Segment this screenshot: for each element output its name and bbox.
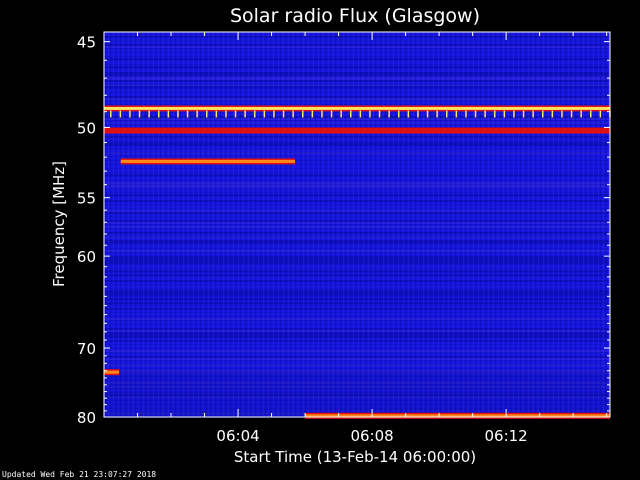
x-tick-label: 06:04 [216, 427, 259, 445]
y-axis-label: Frequency [MHz] [50, 161, 68, 287]
burst-spike [167, 110, 170, 118]
burst-spike [244, 110, 246, 118]
burst-spike [215, 110, 218, 118]
burst-spike [532, 110, 534, 118]
burst-spike [225, 110, 227, 118]
spectrogram-chart: Solar radio Flux (Glasgow) 455055607080 … [50, 5, 611, 466]
burst-spike [350, 110, 352, 118]
y-tick-label: 80 [77, 409, 96, 427]
x-axis-label: Start Time (13-Feb-14 06:00:00) [234, 448, 476, 466]
burst-spike [465, 110, 467, 118]
x-tick-label: 06:12 [485, 427, 528, 445]
burst-spike [407, 110, 410, 118]
burst-spike [282, 110, 285, 118]
burst-core [104, 129, 610, 133]
chart-title: Solar radio Flux (Glasgow) [230, 5, 480, 27]
burst-spike [234, 110, 237, 118]
burst-spike [590, 110, 592, 118]
y-tick-label: 45 [77, 34, 96, 52]
burst-spike [369, 110, 371, 118]
burst-spike [474, 110, 477, 118]
burst-spike [551, 110, 554, 118]
burst-spike [254, 110, 256, 118]
burst-spike [119, 110, 122, 118]
burst-spike [522, 110, 525, 118]
burst-spike [494, 110, 496, 118]
burst-spike [378, 110, 381, 118]
y-tick-label: 70 [77, 340, 96, 358]
burst-spike [186, 110, 189, 118]
burst-spike [302, 110, 304, 118]
burst-spike [263, 110, 266, 118]
burst-spike [148, 110, 150, 118]
burst-spike [446, 110, 448, 118]
burst-spike [292, 110, 294, 118]
burst-spike [561, 110, 563, 118]
burst-spike [177, 110, 179, 118]
burst-spike [311, 110, 314, 118]
y-tick-label: 50 [77, 119, 96, 137]
burst-core [104, 106, 610, 110]
burst-spike [484, 110, 486, 118]
updated-timestamp: Updated Wed Feb 21 23:07:27 2018 [2, 470, 157, 479]
burst-spike [330, 110, 333, 118]
burst-spike [110, 110, 112, 118]
burst-spike [426, 110, 429, 118]
burst-spike [570, 110, 573, 118]
burst-spike [388, 110, 390, 118]
burst-spike [129, 110, 131, 118]
burst-spike [513, 110, 515, 118]
burst-spike [398, 110, 400, 118]
y-tick-label: 60 [77, 248, 96, 266]
burst-spike [580, 110, 582, 118]
burst-spike [340, 110, 342, 118]
burst-spike [417, 110, 419, 118]
burst-spike [196, 110, 198, 118]
burst-spike [503, 110, 506, 118]
burst-spike [273, 110, 275, 118]
y-tick-label: 55 [77, 190, 96, 208]
burst-spike [206, 110, 208, 118]
burst-core [120, 159, 296, 163]
x-tick-label: 06:08 [350, 427, 393, 445]
burst-spike [455, 110, 458, 118]
plot-area [103, 31, 611, 419]
burst-spike [542, 110, 544, 118]
burst-spike [321, 110, 323, 118]
burst-spike [359, 110, 362, 118]
burst-spike [158, 110, 160, 118]
burst-spike [599, 110, 602, 118]
burst-spike [138, 110, 141, 118]
burst-spike [436, 110, 438, 118]
